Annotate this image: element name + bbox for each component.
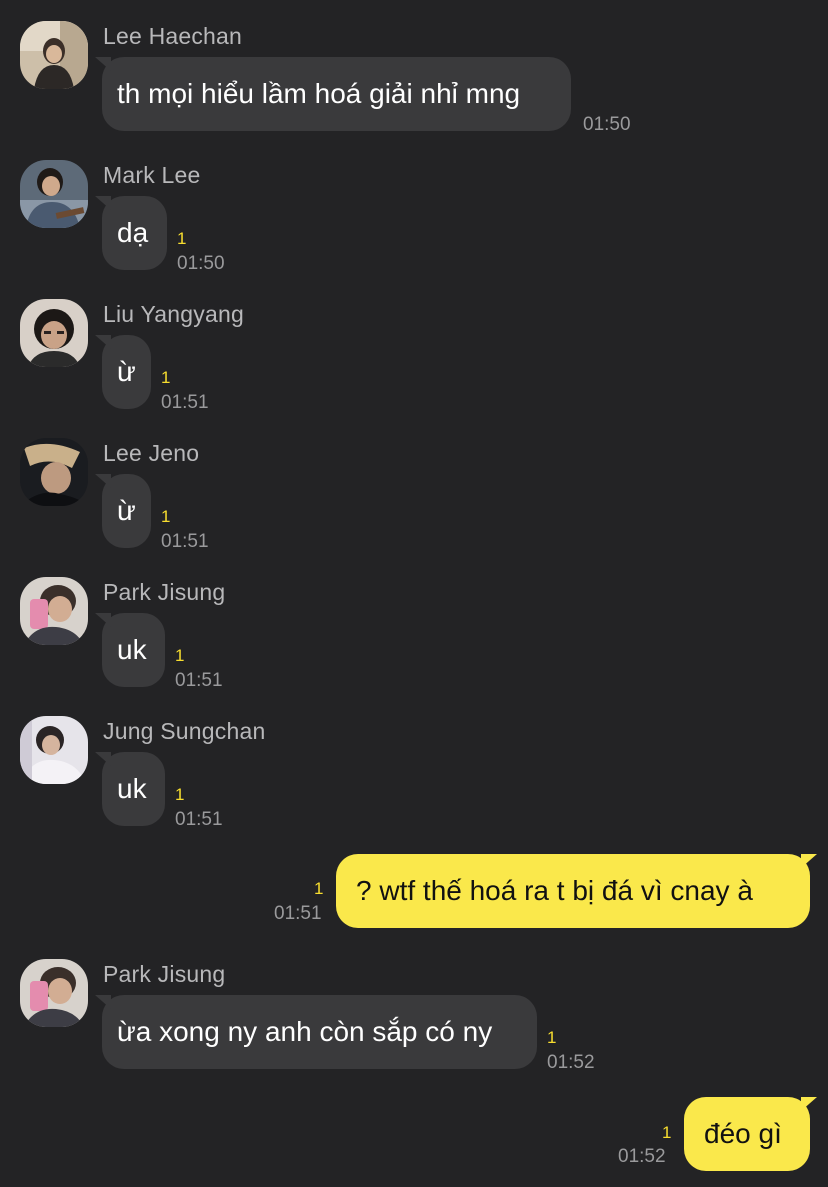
avatar[interactable]	[20, 21, 88, 89]
user-photo-icon	[20, 21, 88, 89]
message-time: 01:52	[618, 1146, 666, 1167]
message-bubble[interactable]: uk	[102, 752, 165, 826]
message-bubble[interactable]: dạ	[102, 196, 167, 270]
avatar[interactable]	[20, 716, 88, 784]
message-bubble[interactable]: ừa xong ny anh còn sắp có ny	[102, 995, 537, 1069]
message-time: 01:51	[175, 670, 223, 691]
user-photo-icon	[20, 716, 88, 784]
message-bubble[interactable]: uk	[102, 613, 165, 687]
unread-count: 1	[161, 507, 171, 526]
avatar[interactable]	[20, 959, 88, 1027]
unread-count: 1	[177, 229, 187, 248]
avatar[interactable]	[20, 160, 88, 228]
message-time: 01:52	[547, 1052, 595, 1073]
outgoing-message-bubble[interactable]: đéo gì	[684, 1097, 810, 1171]
message-bubble[interactable]: ừ	[102, 474, 151, 548]
unread-count: 1	[175, 646, 185, 665]
user-photo-icon	[20, 299, 88, 367]
chat-message-list[interactable]: Lee Haechan th mọi hiểu lầm hoá giải nhỉ…	[0, 0, 828, 1187]
user-photo-icon	[20, 160, 88, 228]
sender-name: Park Jisung	[103, 961, 226, 987]
sender-name: Liu Yangyang	[103, 301, 244, 327]
message-bubble[interactable]: ừ	[102, 335, 151, 409]
unread-count: 1	[175, 785, 185, 804]
message-time: 01:51	[274, 903, 322, 924]
sender-name: Mark Lee	[103, 162, 201, 188]
message-time: 01:50	[583, 114, 631, 135]
user-photo-icon	[20, 959, 88, 1027]
sender-name: Jung Sungchan	[103, 718, 266, 744]
message-time: 01:51	[161, 531, 209, 552]
user-photo-icon	[20, 438, 88, 506]
sender-name: Lee Haechan	[103, 23, 243, 49]
unread-count: 1	[161, 368, 171, 387]
outgoing-message-bubble[interactable]: ? wtf thế hoá ra t bị đá vì cnay à	[336, 854, 810, 928]
unread-count: 1	[662, 1123, 672, 1142]
avatar[interactable]	[20, 577, 88, 645]
message-time: 01:51	[161, 392, 209, 413]
sender-name: Park Jisung	[103, 579, 226, 605]
message-time: 01:51	[175, 809, 223, 830]
message-bubble[interactable]: th mọi hiểu lầm hoá giải nhỉ mng	[102, 57, 571, 131]
message-time: 01:50	[177, 253, 225, 274]
unread-count: 1	[314, 879, 324, 898]
unread-count: 1	[547, 1028, 557, 1047]
avatar[interactable]	[20, 438, 88, 506]
user-photo-icon	[20, 577, 88, 645]
sender-name: Lee Jeno	[103, 440, 200, 466]
avatar[interactable]	[20, 299, 88, 367]
